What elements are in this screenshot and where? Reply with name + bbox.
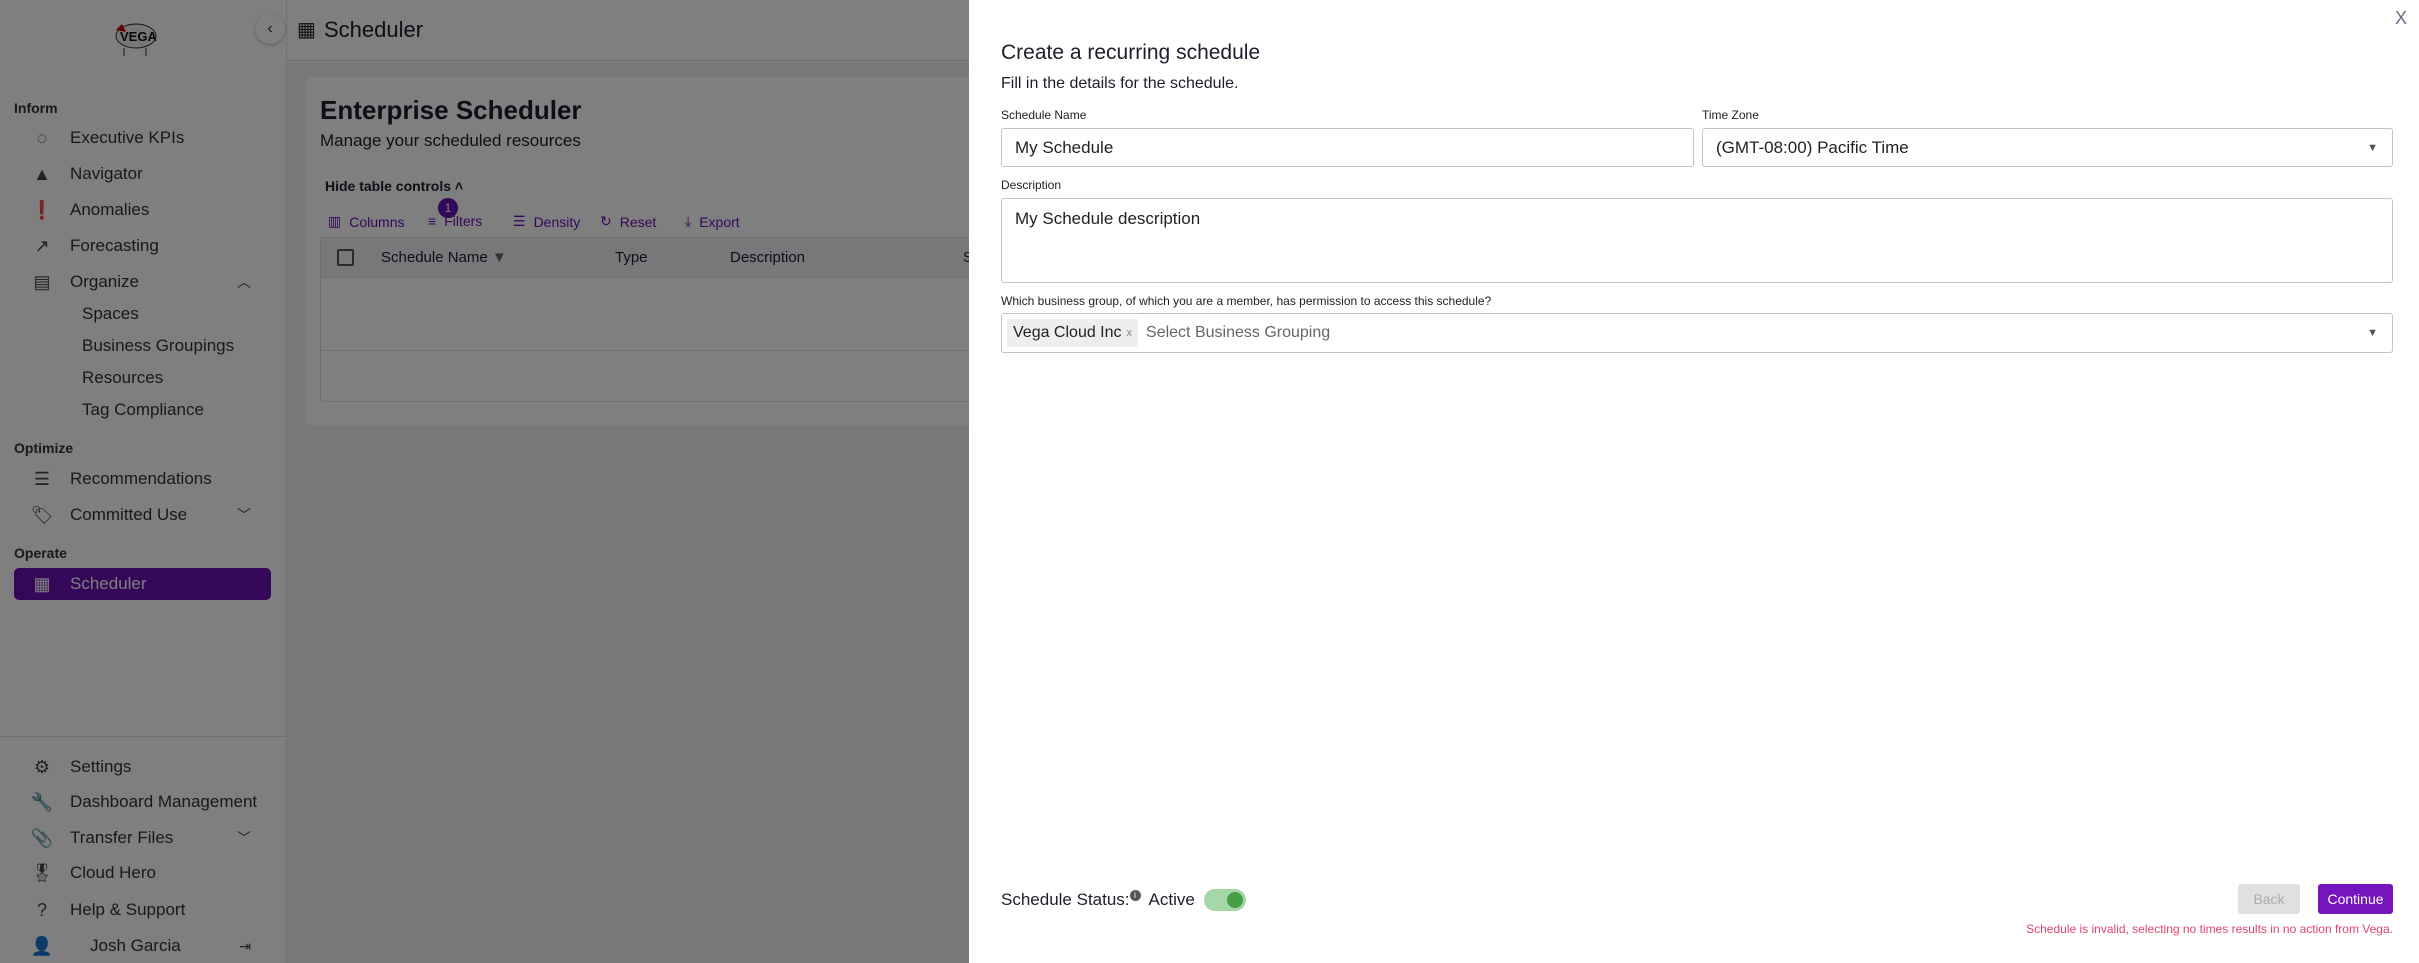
business-group-label: Which business group, of which you are a… — [1001, 294, 1492, 308]
continue-button[interactable]: Continue — [2318, 884, 2393, 914]
description-textarea[interactable]: My Schedule description — [1001, 198, 2393, 283]
value: My Schedule — [1015, 137, 1114, 157]
selected-chip: Vega Cloud Inc x — [1007, 319, 1139, 347]
schedule-name-label: Schedule Name — [1001, 108, 1087, 122]
value: (GMT-08:00) Pacific Time — [1716, 137, 1909, 157]
business-group-select[interactable]: Vega Cloud Inc x Select Business Grouping… — [1001, 313, 2393, 353]
dialog-title: Create a recurring schedule — [1001, 41, 1261, 64]
back-button[interactable]: Back — [2238, 884, 2300, 914]
dropdown-arrow-icon: ▼ — [2367, 141, 2378, 154]
status-label: Schedule Status: — [1001, 890, 1130, 909]
time-zone-label: Time Zone — [1702, 108, 1759, 122]
close-button[interactable]: X — [2395, 8, 2407, 29]
placeholder: Select Business Grouping — [1146, 324, 1331, 341]
info-icon: i — [1129, 889, 1141, 901]
status-value: Active — [1148, 890, 1195, 909]
description-label: Description — [1001, 178, 1062, 192]
error-message: Schedule is invalid, selecting no times … — [2026, 922, 2393, 936]
schedule-status: Schedule Status: i Active — [1001, 889, 1246, 911]
create-schedule-drawer: X Create a recurring schedule Fill in th… — [969, 0, 2419, 963]
remove-chip-icon[interactable]: x — [1127, 327, 1133, 339]
chip-label: Vega Cloud Inc — [1013, 324, 1122, 341]
time-zone-select[interactable]: (GMT-08:00) Pacific Time ▼ — [1702, 128, 2393, 167]
schedule-name-input[interactable]: My Schedule — [1001, 128, 1694, 167]
dropdown-arrow-icon: ▼ — [2367, 327, 2378, 339]
modal-backdrop[interactable] — [0, 0, 969, 963]
status-toggle[interactable] — [1203, 889, 1246, 911]
dialog-subtitle: Fill in the details for the schedule. — [1001, 75, 1239, 92]
value: My Schedule description — [1015, 209, 1201, 228]
